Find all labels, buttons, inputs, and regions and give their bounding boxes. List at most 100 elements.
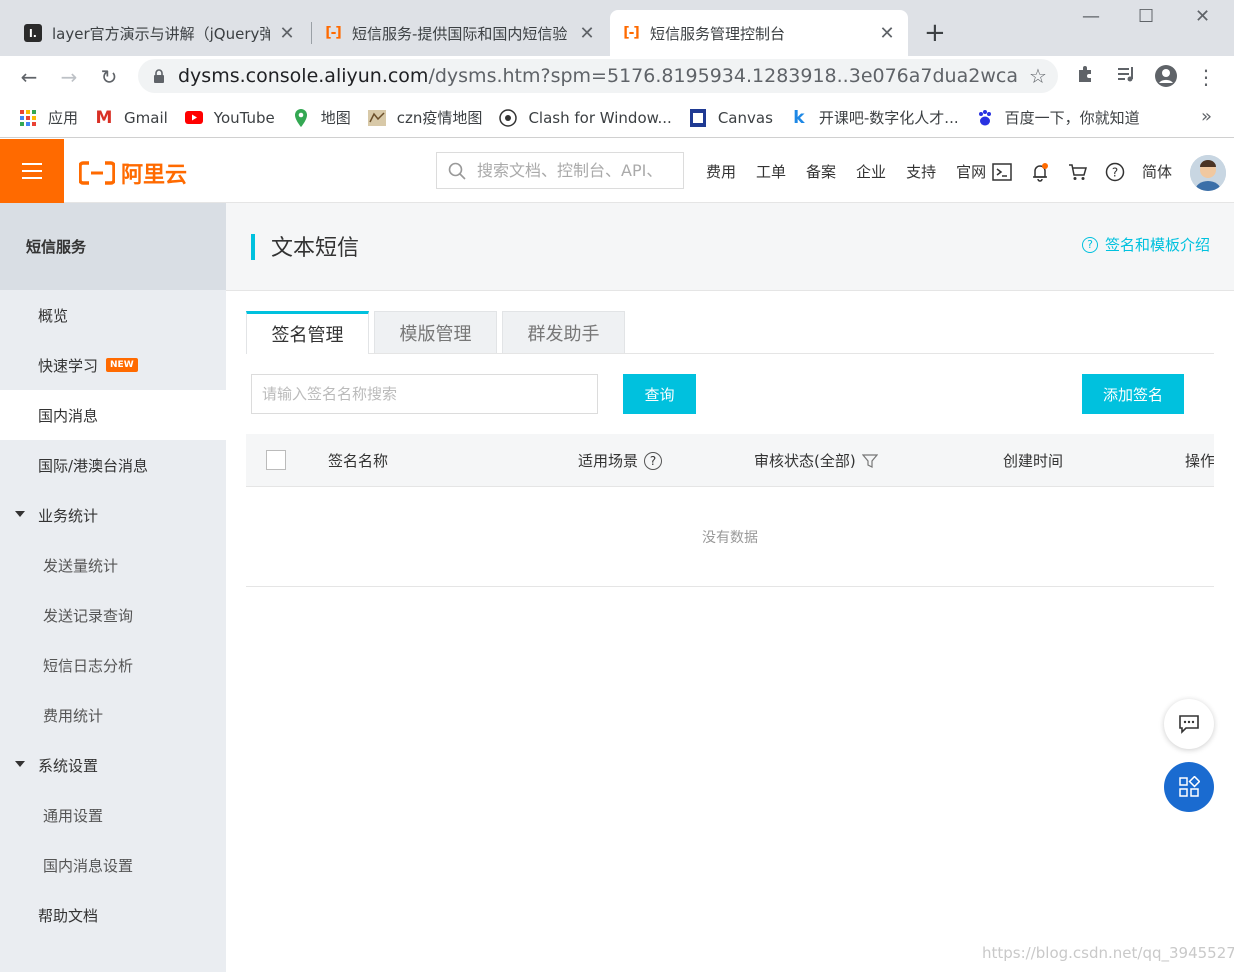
column-header-scenario: 适用场景 ?: [578, 434, 663, 487]
close-tab-icon[interactable]: ✕: [278, 23, 296, 44]
sidebar-item-label: 费用统计: [43, 706, 104, 725]
sidebar-item-label: 系统设置: [38, 756, 99, 775]
notification-bell-icon[interactable]: [1029, 161, 1051, 183]
chat-support-button[interactable]: [1164, 699, 1214, 749]
bookmark-gmail[interactable]: M Gmail: [94, 108, 168, 128]
bookmark-label: Clash for Window...: [528, 108, 672, 127]
aliyun-logo[interactable]: 阿里云: [78, 157, 187, 189]
bookmark-clash[interactable]: Clash for Window...: [498, 108, 672, 128]
sidebar-item-label: 短信日志分析: [43, 656, 134, 675]
sidebar-item-domestic-messages[interactable]: 国内消息: [0, 390, 226, 440]
browser-menu-icon[interactable]: ⋮: [1193, 64, 1219, 90]
nav-link-icp[interactable]: 备案: [806, 161, 836, 182]
close-tab-icon[interactable]: ✕: [578, 23, 596, 44]
signature-template-help-link[interactable]: ? 签名和模板介绍: [1081, 234, 1210, 255]
sidebar: 短信服务 概览 快速学习 NEW 国内消息 国际/港澳台消息 业务统计 发送量统计…: [0, 203, 226, 972]
bookmark-label: 应用: [48, 109, 79, 127]
reload-icon[interactable]: ↻: [94, 62, 124, 92]
filter-funnel-icon[interactable]: [861, 453, 878, 469]
table-header: 签名名称 适用场景 ? 审核状态(全部) 创建时间 操作: [246, 434, 1214, 487]
sidebar-item-sms-log-analysis[interactable]: 短信日志分析: [0, 640, 226, 690]
browser-tab-layer[interactable]: l. layer官方演示与讲解（jQuery弹 ✕: [12, 10, 308, 56]
minimize-icon[interactable]: —: [1082, 6, 1100, 27]
sidebar-item-domestic-settings[interactable]: 国内消息设置: [0, 840, 226, 890]
question-circle-icon[interactable]: ?: [644, 451, 663, 470]
csdn-watermark: https://blog.csdn.net/qq_39455275: [982, 944, 1234, 962]
sidebar-item-label: 通用设置: [43, 806, 104, 825]
sidebar-group-business-stats[interactable]: 业务统计: [0, 490, 226, 540]
bookmark-maps[interactable]: 地图: [291, 107, 351, 128]
tab-signature-management[interactable]: 签名管理: [246, 311, 369, 354]
sidebar-item-overview[interactable]: 概览: [0, 290, 226, 340]
column-header-label: 适用场景: [578, 452, 639, 470]
extensions-puzzle-icon[interactable]: [1073, 64, 1099, 90]
apps-grid-icon: [18, 108, 38, 128]
cloud-shell-terminal-icon[interactable]: [991, 161, 1013, 183]
console-search-input[interactable]: [477, 161, 677, 180]
gmail-icon: M: [95, 107, 113, 128]
bookmark-czn-map[interactable]: czn疫情地图: [367, 107, 482, 128]
sidebar-item-international-messages[interactable]: 国际/港澳台消息: [0, 440, 226, 490]
sidebar-item-cost-stats[interactable]: 费用统计: [0, 690, 226, 740]
bookmarks-bar: 应用 M Gmail YouTube 地图 czn疫情地图 Clash for …: [0, 98, 1234, 138]
close-tab-icon[interactable]: ✕: [878, 23, 896, 44]
new-tab-button[interactable]: +: [924, 18, 946, 48]
tab-template-management[interactable]: 模版管理: [374, 311, 497, 353]
sidebar-item-label: 业务统计: [38, 506, 99, 525]
console-top-nav: 阿里云 费用 工单 备案 企业 支持 官网 ? 简体: [0, 139, 1234, 203]
aliyun-favicon-icon: [-]: [623, 25, 640, 41]
sidebar-item-send-volume-stats[interactable]: 发送量统计: [0, 540, 226, 590]
nav-link-enterprise[interactable]: 企业: [856, 161, 886, 182]
sidebar-title: 短信服务: [0, 203, 226, 290]
shopping-cart-icon[interactable]: [1067, 161, 1089, 183]
column-header-label: 审核状态(全部): [754, 452, 856, 470]
user-avatar[interactable]: [1190, 155, 1226, 191]
map-thumbnail-icon: [367, 108, 387, 128]
nav-link-support[interactable]: 支持: [906, 161, 936, 182]
table-empty-state: 没有数据: [246, 487, 1214, 587]
sidebar-item-label: 国内消息设置: [43, 856, 134, 875]
query-button[interactable]: 查询: [623, 374, 696, 414]
back-arrow-icon[interactable]: ←: [14, 62, 44, 92]
console-search-box[interactable]: [436, 152, 684, 189]
browser-tab-sms-service[interactable]: [-] 短信服务-提供国际和国内短信验 ✕: [312, 10, 608, 56]
bookmark-kaikeba[interactable]: k 开课吧-数字化人才...: [789, 107, 959, 128]
browser-toolbar: ← → ↻ dysms.console.aliyun.com/dysms.htm…: [0, 56, 1234, 98]
signature-search-input[interactable]: [251, 374, 598, 414]
lock-icon: [152, 68, 166, 84]
language-switch[interactable]: 简体: [1142, 161, 1172, 182]
select-all-checkbox[interactable]: [266, 450, 286, 470]
help-question-icon[interactable]: ?: [1104, 161, 1126, 183]
menu-hamburger-button[interactable]: [0, 139, 64, 203]
help-link-label: 签名和模板介绍: [1104, 236, 1210, 254]
maximize-icon[interactable]: ☐: [1138, 6, 1154, 27]
sidebar-group-system-settings[interactable]: 系统设置: [0, 740, 226, 790]
address-bar[interactable]: dysms.console.aliyun.com/dysms.htm?spm=5…: [138, 59, 1058, 93]
browser-tab-sms-console[interactable]: [-] 短信服务管理控制台 ✕: [610, 10, 908, 56]
sidebar-item-general-settings[interactable]: 通用设置: [0, 790, 226, 840]
bookmark-label: 开课吧-数字化人才...: [818, 109, 959, 127]
nav-link-billing[interactable]: 费用: [706, 161, 736, 182]
forward-arrow-icon[interactable]: →: [54, 62, 84, 92]
quick-apps-button[interactable]: [1164, 762, 1214, 812]
bookmark-canvas[interactable]: Canvas: [688, 108, 773, 128]
sidebar-item-send-record-query[interactable]: 发送记录查询: [0, 590, 226, 640]
sidebar-item-quick-start[interactable]: 快速学习 NEW: [0, 340, 226, 390]
media-playlist-icon[interactable]: [1113, 64, 1139, 90]
baidu-paw-icon: [975, 108, 995, 128]
profile-account-icon[interactable]: [1153, 64, 1179, 90]
kaikeba-icon: k: [793, 107, 805, 128]
sidebar-item-label: 国际/港澳台消息: [38, 456, 149, 475]
tab-bulk-send-assistant[interactable]: 群发助手: [502, 311, 625, 353]
nav-link-tickets[interactable]: 工单: [756, 161, 786, 182]
bookmark-apps[interactable]: 应用: [18, 107, 78, 128]
bookmark-baidu[interactable]: 百度一下，你就知道: [975, 107, 1140, 128]
new-badge: NEW: [106, 358, 138, 372]
sidebar-item-help-docs[interactable]: 帮助文档: [0, 890, 226, 940]
bookmark-star-icon[interactable]: ☆: [1018, 64, 1058, 88]
add-signature-button[interactable]: 添加签名: [1082, 374, 1184, 414]
bookmark-youtube[interactable]: YouTube: [184, 108, 275, 128]
window-close-icon[interactable]: ✕: [1195, 6, 1210, 27]
more-bookmarks-chevron-icon[interactable]: »: [1201, 106, 1212, 127]
nav-link-official-site[interactable]: 官网: [956, 161, 986, 182]
